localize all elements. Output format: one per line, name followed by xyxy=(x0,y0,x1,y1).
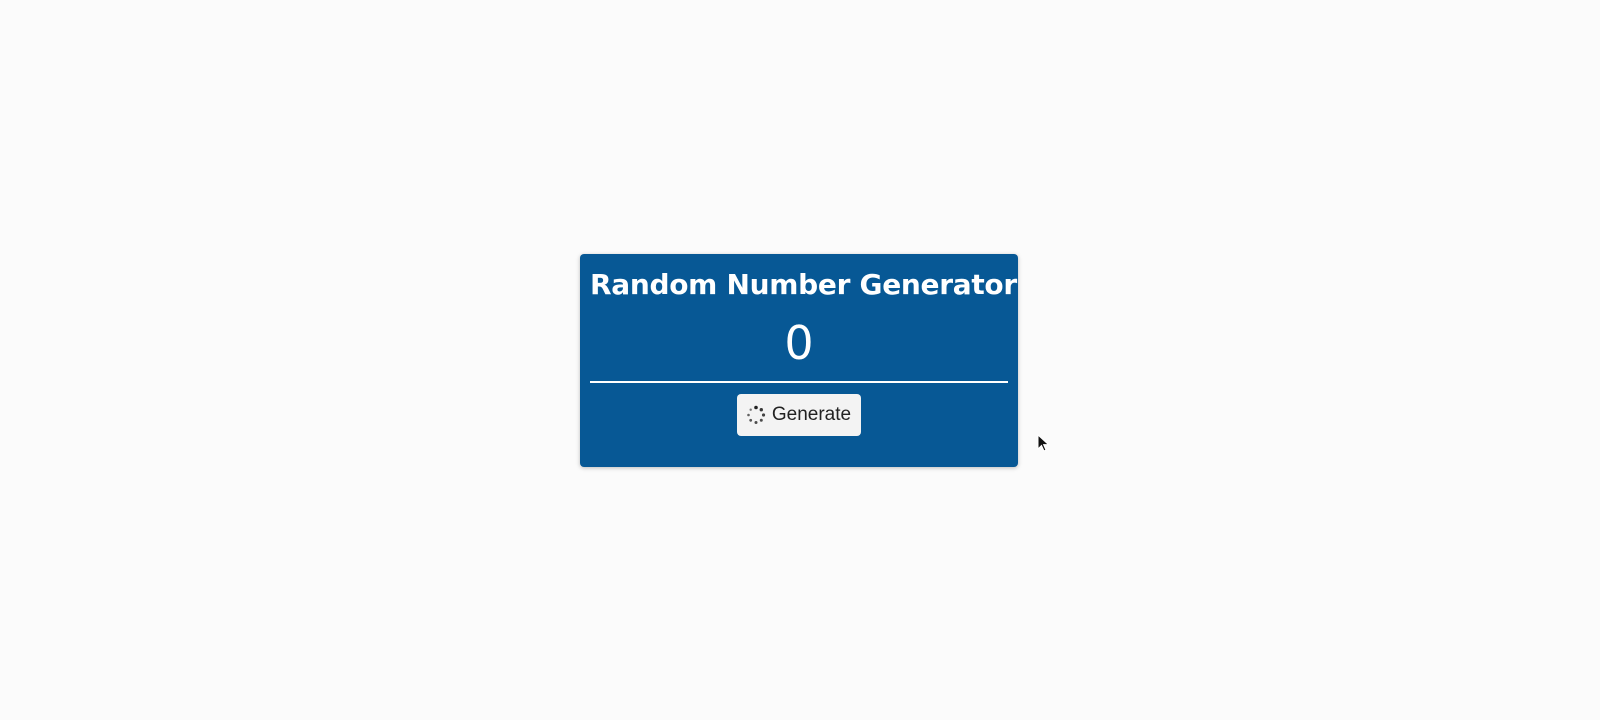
page: Random Number Generator 0 Generate xyxy=(0,0,1600,720)
generate-button-label: Generate xyxy=(771,404,852,425)
divider xyxy=(590,381,1008,383)
random-number-display: 0 xyxy=(784,316,814,370)
card-title: Random Number Generator xyxy=(590,268,1017,301)
mouse-pointer-icon xyxy=(1037,434,1050,452)
random-number-card: Random Number Generator 0 Generate xyxy=(580,254,1018,467)
spinner-icon xyxy=(746,405,766,425)
generate-button[interactable]: Generate xyxy=(736,394,862,436)
